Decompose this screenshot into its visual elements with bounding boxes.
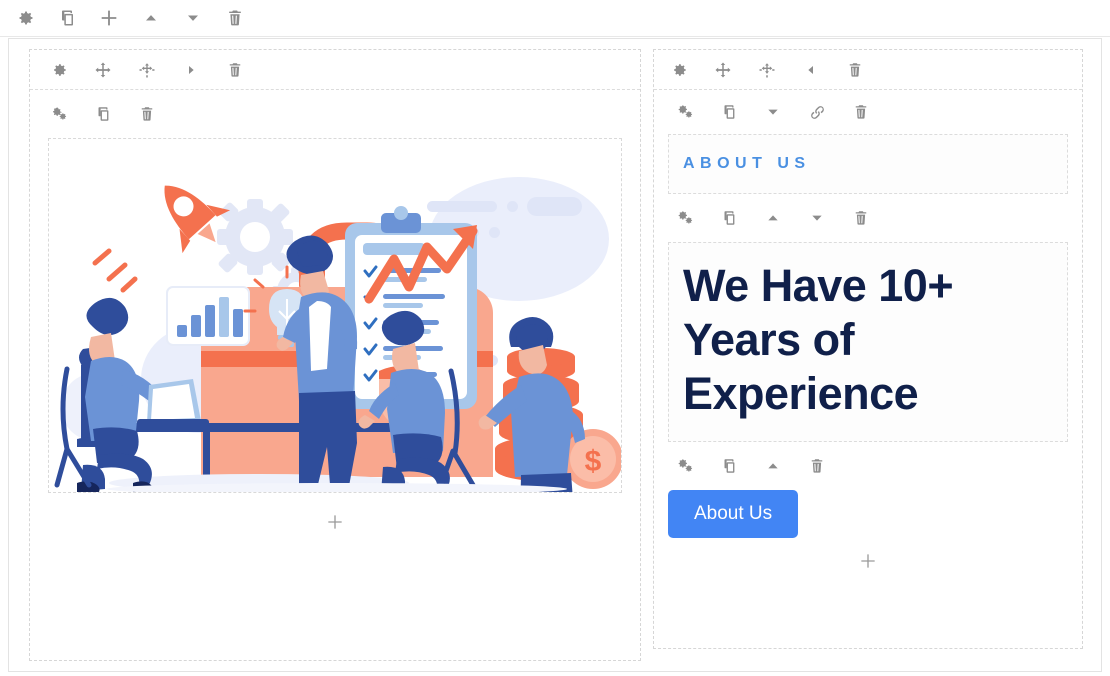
duplicate-icon[interactable] bbox=[54, 5, 80, 31]
business-team-illustration: $ bbox=[49, 139, 621, 492]
plus-icon[interactable] bbox=[858, 551, 878, 571]
eyebrow-widget-toolbar bbox=[668, 90, 1068, 134]
cta-button-row: About Us bbox=[668, 490, 1068, 538]
move-icon[interactable] bbox=[712, 59, 734, 81]
svg-text:$: $ bbox=[585, 445, 602, 478]
right-column[interactable]: ABOUT US We Have 10+ Years of Experience… bbox=[653, 49, 1083, 649]
collapse-icon[interactable] bbox=[136, 59, 158, 81]
trash-icon[interactable] bbox=[222, 5, 248, 31]
link-icon[interactable] bbox=[806, 101, 828, 123]
right-add-widget-row bbox=[668, 538, 1068, 584]
duplicate-icon[interactable] bbox=[718, 207, 740, 229]
image-widget[interactable]: $ bbox=[30, 90, 640, 551]
cogs-icon[interactable] bbox=[674, 101, 696, 123]
triangle-up-icon[interactable] bbox=[138, 5, 164, 31]
gear-icon[interactable] bbox=[668, 59, 690, 81]
illustration-image[interactable]: $ bbox=[48, 138, 622, 493]
heading-widget[interactable]: We Have 10+ Years of Experience bbox=[668, 194, 1068, 442]
gear-icon[interactable] bbox=[48, 59, 70, 81]
plus-icon[interactable] bbox=[325, 512, 345, 532]
eyebrow-text-widget[interactable]: ABOUT US bbox=[668, 90, 1068, 194]
cogs-icon[interactable] bbox=[674, 455, 696, 477]
cogs-icon[interactable] bbox=[674, 207, 696, 229]
move-icon[interactable] bbox=[92, 59, 114, 81]
triangle-right-icon[interactable] bbox=[180, 59, 202, 81]
triangle-down-icon[interactable] bbox=[180, 5, 206, 31]
triangle-up-icon[interactable] bbox=[762, 207, 784, 229]
image-widget-toolbar bbox=[30, 90, 640, 138]
toolbar-divider bbox=[0, 36, 1110, 37]
duplicate-icon[interactable] bbox=[718, 455, 740, 477]
left-column[interactable]: $ bbox=[29, 49, 641, 661]
gear-icon[interactable] bbox=[12, 5, 38, 31]
trash-icon[interactable] bbox=[806, 455, 828, 477]
eyebrow-label: ABOUT US bbox=[683, 155, 811, 172]
eyebrow-text-box[interactable]: ABOUT US bbox=[668, 134, 1068, 194]
triangle-down-icon[interactable] bbox=[806, 207, 828, 229]
heading-line-3: Experience bbox=[683, 368, 919, 419]
plus-icon[interactable] bbox=[96, 5, 122, 31]
trash-icon[interactable] bbox=[136, 103, 158, 125]
heading-line-1: We Have 10+ bbox=[683, 260, 954, 311]
about-us-button[interactable]: About Us bbox=[668, 490, 799, 538]
duplicate-icon[interactable] bbox=[92, 103, 114, 125]
trash-icon[interactable] bbox=[224, 59, 246, 81]
heading-widget-toolbar bbox=[668, 194, 1068, 242]
cogs-icon[interactable] bbox=[48, 103, 70, 125]
trash-icon[interactable] bbox=[844, 59, 866, 81]
heading-text-box[interactable]: We Have 10+ Years of Experience bbox=[668, 242, 1068, 442]
editor-canvas: $ ABOUT US We Have 10+ Years of Experien… bbox=[8, 38, 1102, 672]
button-widget[interactable]: About Us bbox=[668, 442, 1068, 538]
triangle-left-icon[interactable] bbox=[800, 59, 822, 81]
button-widget-toolbar bbox=[668, 442, 1068, 490]
trash-icon[interactable] bbox=[850, 101, 872, 123]
triangle-up-icon[interactable] bbox=[762, 455, 784, 477]
left-column-toolbar bbox=[30, 50, 640, 90]
duplicate-icon[interactable] bbox=[718, 101, 740, 123]
heading-line-2: Years of bbox=[683, 314, 855, 365]
global-toolbar bbox=[0, 0, 1110, 36]
right-column-toolbar bbox=[654, 50, 1082, 90]
left-add-widget-row bbox=[30, 493, 640, 551]
collapse-icon[interactable] bbox=[756, 59, 778, 81]
trash-icon[interactable] bbox=[850, 207, 872, 229]
triangle-down-icon[interactable] bbox=[762, 101, 784, 123]
